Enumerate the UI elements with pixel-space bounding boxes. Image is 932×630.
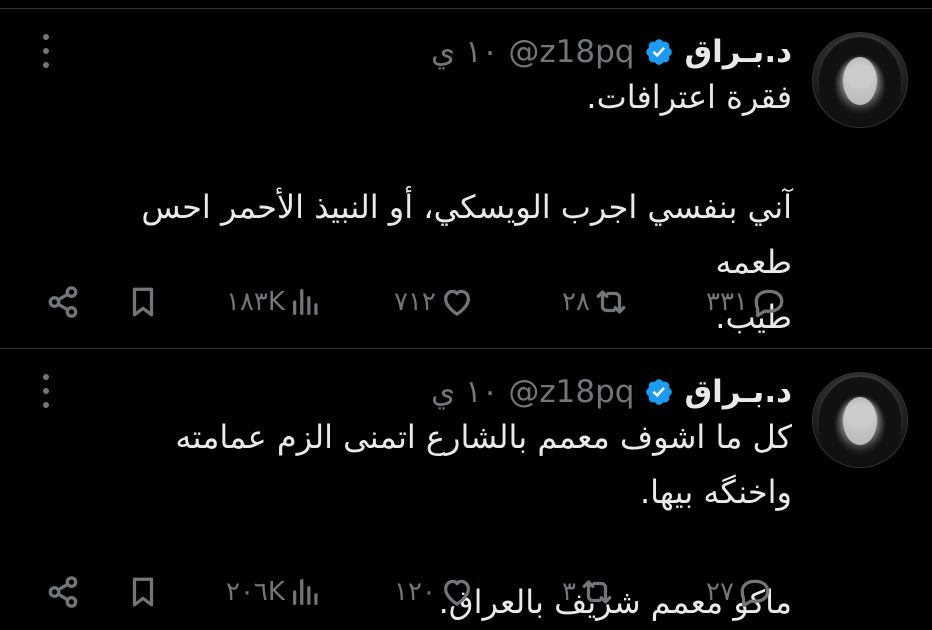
reply-count: ٣٣١ xyxy=(706,287,748,317)
avatar[interactable] xyxy=(812,372,908,468)
share-icon xyxy=(48,286,78,318)
tweet-header: د.بـراق @z18pq ١٠ ي xyxy=(431,372,792,412)
like-count: ١٢٠ xyxy=(394,577,436,607)
retweet-button[interactable]: ٢٨ xyxy=(562,282,628,322)
more-icon[interactable] xyxy=(36,34,56,68)
tweet-line: كل ما اشوف معمم بالشارع اتمنى الزم عمامت… xyxy=(175,418,792,511)
reply-count: ٢٧ xyxy=(706,577,734,607)
like-button[interactable]: ٧١٢ xyxy=(394,282,474,322)
like-icon xyxy=(443,579,470,606)
tweet-actions: ١٨٣K ٧١٢ ٢٨ ٣٣١ xyxy=(0,282,932,322)
verified-icon xyxy=(646,379,673,405)
views-icon xyxy=(292,579,318,605)
share-icon xyxy=(48,576,78,608)
verified-icon xyxy=(646,39,673,65)
views-count: ٢٠٦K xyxy=(226,577,285,607)
tweet[interactable]: د.بـراق @z18pq ١٠ ي كل ما اشوف معمم بالش… xyxy=(0,350,932,621)
retweet-icon xyxy=(596,290,626,314)
tweet-actions: ٢٠٦K ١٢٠ ٣ ٢٧ xyxy=(0,572,932,612)
reply-icon xyxy=(740,579,770,608)
share-button[interactable] xyxy=(46,282,80,322)
more-icon[interactable] xyxy=(36,374,56,408)
reply-button[interactable]: ٢٧ xyxy=(706,572,772,612)
views-icon xyxy=(292,289,318,315)
bookmark-button[interactable] xyxy=(126,282,160,322)
author-name[interactable]: د.بـراق xyxy=(684,374,792,410)
reply-button[interactable]: ٣٣١ xyxy=(706,282,786,322)
avatar[interactable] xyxy=(812,32,908,128)
tweet-line: فقرة اعترافات. xyxy=(586,78,792,116)
tweet-divider xyxy=(0,348,932,349)
views-button[interactable]: ١٨٣K xyxy=(226,282,323,322)
retweet-count: ٣ xyxy=(562,577,576,607)
retweet-icon xyxy=(582,580,612,604)
tweet-line: آني بنفسي اجرب الويسكي، أو النبيذ الأحمر… xyxy=(141,188,792,281)
like-button[interactable]: ١٢٠ xyxy=(394,572,474,612)
author-handle[interactable]: @z18pq xyxy=(508,374,634,410)
top-divider xyxy=(0,8,932,9)
share-button[interactable] xyxy=(46,572,80,612)
tweet[interactable]: د.بـراق @z18pq ١٠ ي فقرة اعترافات. آني ب… xyxy=(0,10,932,348)
views-count: ١٨٣K xyxy=(226,287,285,317)
tweet-header: د.بـراق @z18pq ١٠ ي xyxy=(431,32,792,72)
like-count: ٧١٢ xyxy=(394,287,436,317)
bookmark-icon xyxy=(132,287,154,317)
tweet-time[interactable]: ١٠ ي xyxy=(431,374,498,410)
reply-icon xyxy=(754,289,784,318)
bookmark-button[interactable] xyxy=(126,572,160,612)
retweet-count: ٢٨ xyxy=(562,287,590,317)
views-button[interactable]: ٢٠٦K xyxy=(226,572,323,612)
tweet-time[interactable]: ١٠ ي xyxy=(431,34,498,70)
like-icon xyxy=(443,289,470,316)
author-handle[interactable]: @z18pq xyxy=(508,34,634,70)
author-name[interactable]: د.بـراق xyxy=(684,34,792,70)
bookmark-icon xyxy=(132,577,154,607)
retweet-button[interactable]: ٣ xyxy=(562,572,614,612)
